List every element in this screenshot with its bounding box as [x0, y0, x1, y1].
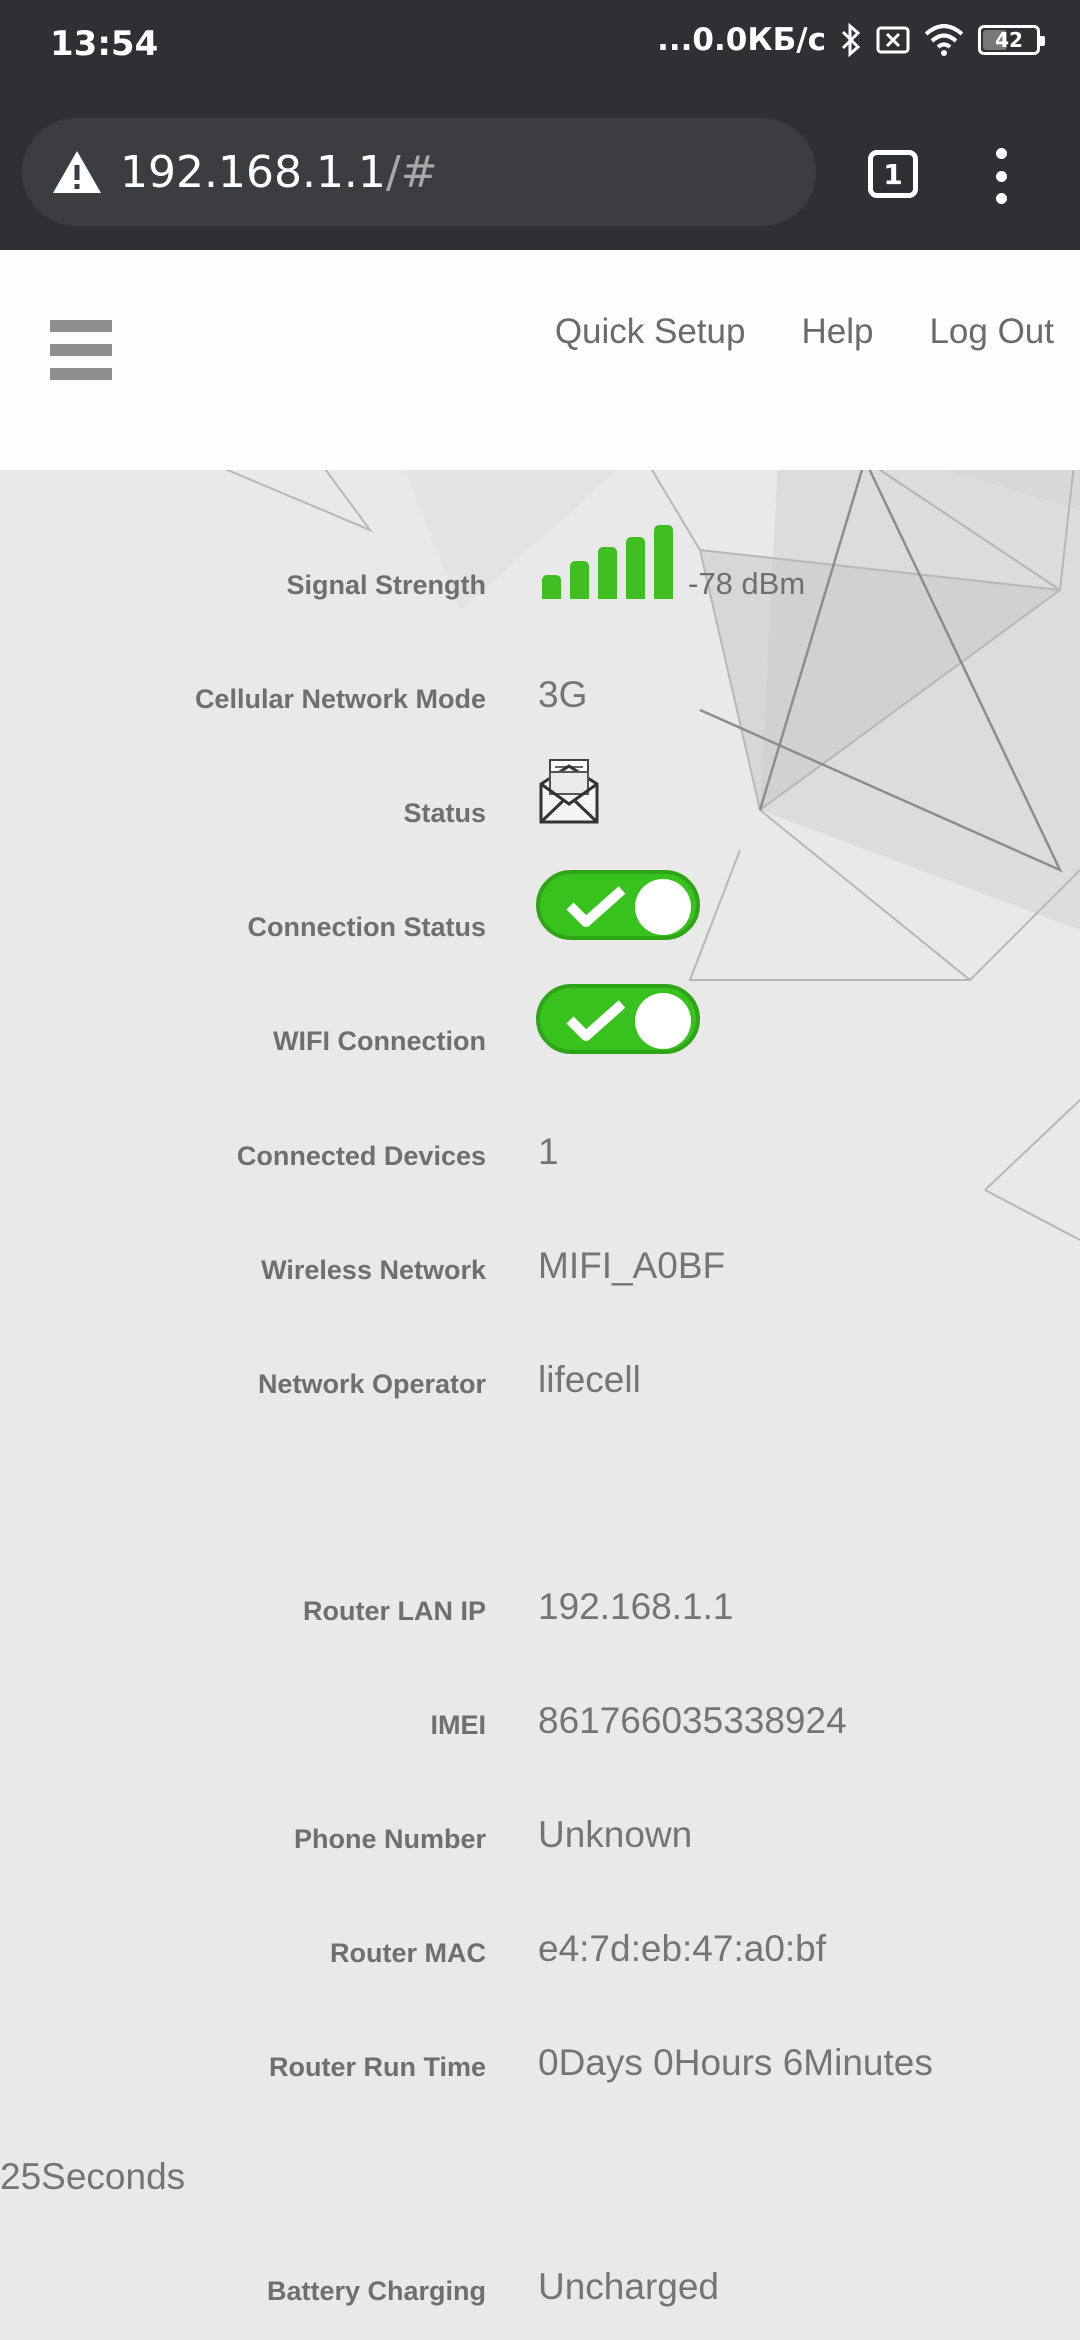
- nav-log-out[interactable]: Log Out: [929, 312, 1054, 352]
- toggle-knob: [635, 993, 691, 1049]
- url-path: /#: [385, 146, 438, 198]
- imei-value: 861766035338924: [538, 1700, 847, 1741]
- router-mac-value: e4:7d:eb:47:a0:bf: [538, 1928, 827, 1969]
- battery-charging-label: Battery Charging: [266, 2276, 486, 2306]
- router-run-time-value: 0Days 0Hours 6Minutes: [538, 2042, 933, 2083]
- warning-icon[interactable]: [50, 145, 104, 199]
- wifi-connection-toggle[interactable]: [536, 984, 700, 1054]
- browser-toolbar: 192.168.1.1/# 1: [0, 92, 1080, 250]
- router-lan-ip-value: 192.168.1.1: [538, 1586, 734, 1627]
- signal-strength-label: Signal Strength: [286, 570, 486, 600]
- top-nav: Quick Setup Help Log Out: [555, 312, 1054, 352]
- check-icon: [566, 1000, 626, 1041]
- overflow-menu-icon[interactable]: [986, 148, 1016, 204]
- phone-number-value: Unknown: [538, 1814, 693, 1855]
- cellular-mode-label: Cellular Network Mode: [194, 684, 486, 714]
- wifi-icon: [924, 24, 964, 56]
- router-lan-ip-label: Router LAN IP: [302, 1596, 486, 1626]
- connection-status-toggle[interactable]: [536, 870, 700, 940]
- bluetooth-icon: [841, 23, 861, 57]
- check-icon: [566, 886, 626, 927]
- toggle-knob: [635, 879, 691, 935]
- page-header: Quick Setup Help Log Out: [0, 250, 1080, 470]
- status-label: Status: [403, 798, 486, 828]
- network-operator-value: lifecell: [538, 1359, 641, 1400]
- battery-icon: 42: [978, 25, 1045, 55]
- connection-status-label: Connection Status: [247, 912, 486, 942]
- sim-off-icon: [876, 26, 910, 54]
- tabs-icon[interactable]: 1: [868, 150, 918, 198]
- network-operator-label: Network Operator: [257, 1369, 486, 1399]
- connected-devices-value: 1: [538, 1131, 559, 1172]
- battery-level: 42: [995, 28, 1023, 52]
- url-text[interactable]: 192.168.1.1/#: [120, 147, 438, 198]
- phone-number-label: Phone Number: [293, 1824, 486, 1854]
- url-host: 192.168.1.1: [120, 146, 386, 198]
- router-mac-label: Router MAC: [330, 1938, 486, 1968]
- network-speed: ...0.0КБ/с: [657, 22, 826, 58]
- signal-bars-icon: [542, 525, 673, 599]
- cellular-mode-value: 3G: [538, 674, 588, 715]
- status-bar: 13:54 ...0.0КБ/с 42: [0, 0, 1080, 92]
- url-bar[interactable]: 192.168.1.1/#: [22, 118, 816, 226]
- signal-strength-value: -78 dBm: [688, 566, 806, 601]
- hamburger-menu-icon[interactable]: [50, 320, 112, 380]
- status-time: 13:54: [50, 24, 159, 64]
- router-run-time-value-wrap: 25Seconds: [0, 2156, 186, 2197]
- connected-devices-label: Connected Devices: [236, 1141, 486, 1171]
- nav-quick-setup[interactable]: Quick Setup: [555, 312, 746, 352]
- tab-count: 1: [883, 157, 903, 191]
- wifi-connection-label: WIFI Connection: [273, 1026, 486, 1056]
- nav-help[interactable]: Help: [801, 312, 873, 352]
- status-icons: ...0.0КБ/с 42: [657, 22, 1045, 58]
- wireless-network-value: MIFI_A0BF: [538, 1245, 726, 1286]
- envelope-icon[interactable]: [538, 758, 600, 824]
- battery-charging-value: Uncharged: [538, 2266, 720, 2307]
- router-run-time-label: Router Run Time: [268, 2052, 486, 2082]
- wireless-network-label: Wireless Network: [261, 1255, 486, 1285]
- imei-label: IMEI: [430, 1710, 486, 1740]
